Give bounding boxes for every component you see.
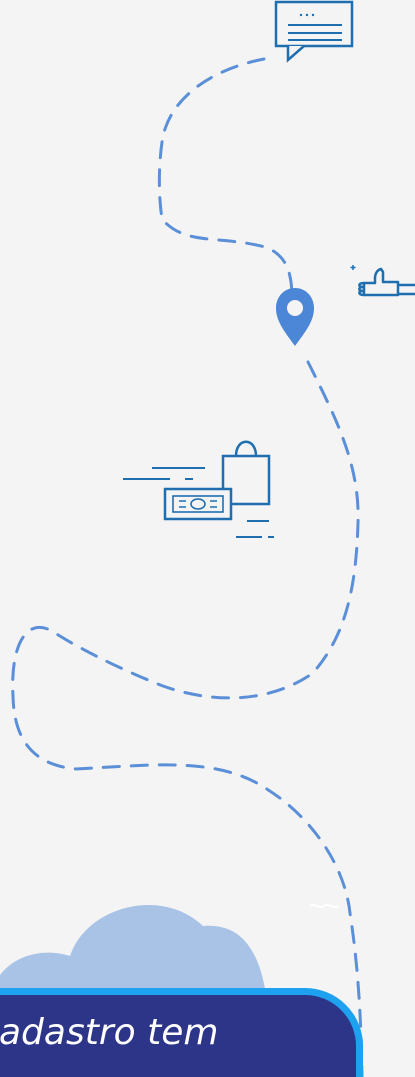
wave-icon bbox=[309, 903, 340, 909]
journey-screen: adastro tem bbox=[0, 0, 415, 1077]
chat-bubble-icon bbox=[274, 0, 354, 63]
bottom-banner: adastro tem bbox=[0, 988, 363, 1077]
thumbs-up-icon bbox=[350, 265, 415, 297]
banner-text: adastro tem bbox=[0, 1012, 219, 1053]
location-pin-icon bbox=[276, 288, 314, 346]
payment-shopping-icon bbox=[123, 440, 274, 538]
